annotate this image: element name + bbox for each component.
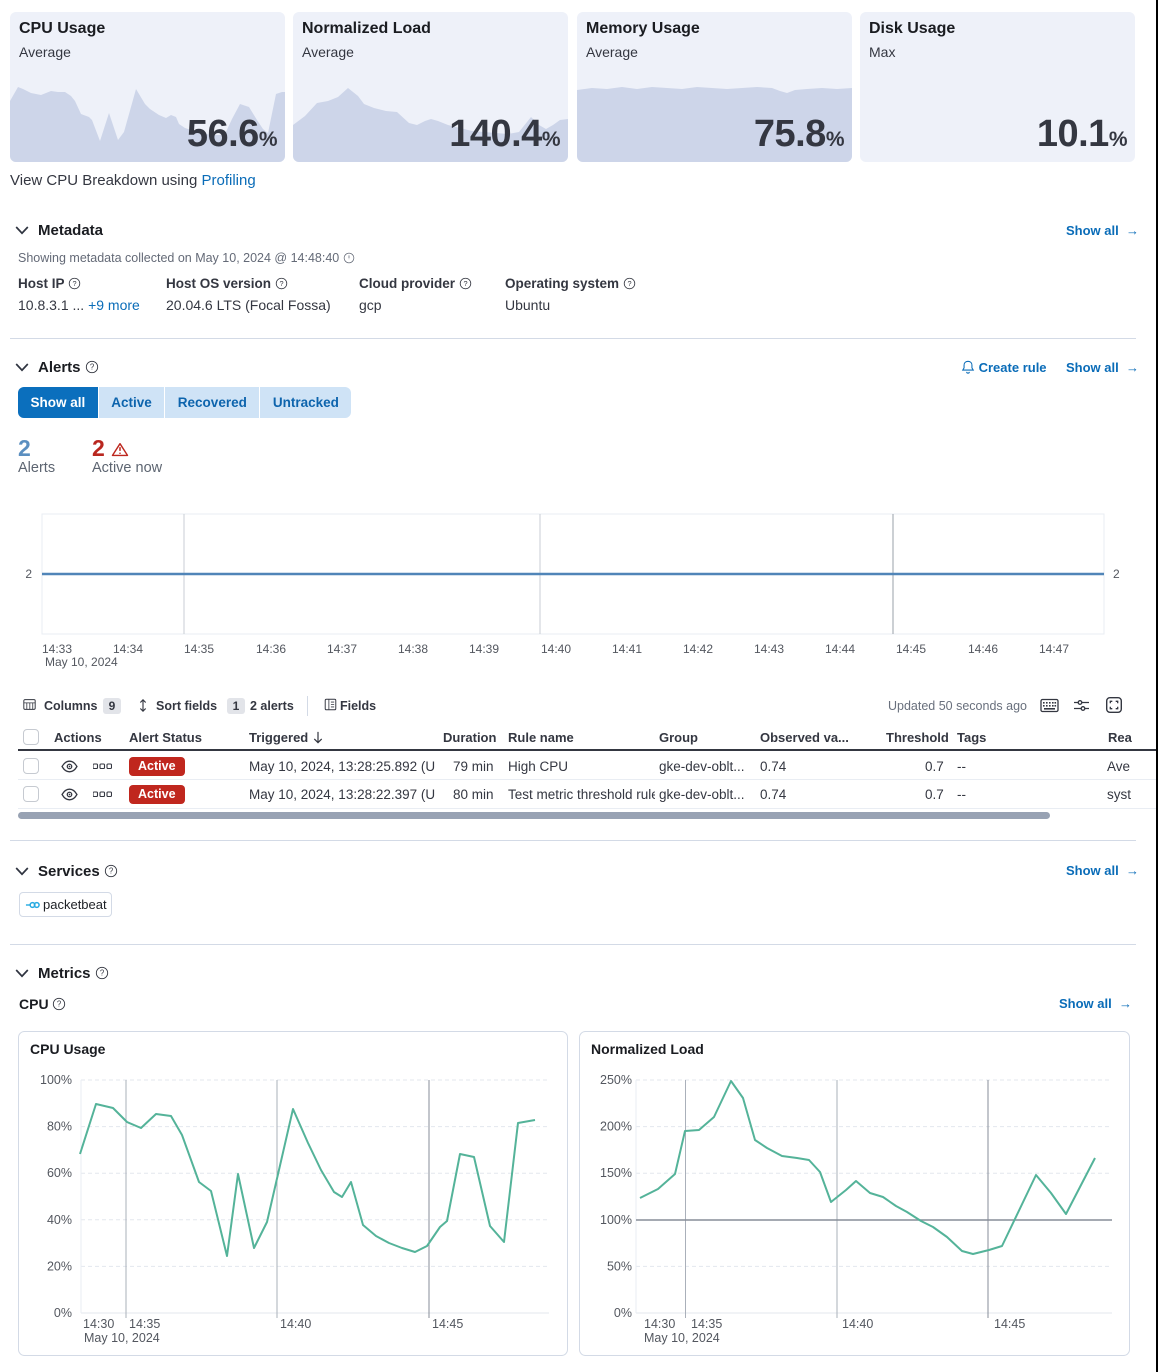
svg-text:250%: 250% xyxy=(600,1073,632,1087)
svg-text:14:41: 14:41 xyxy=(612,642,642,656)
svg-text:2: 2 xyxy=(25,567,32,581)
svg-text:14:30: 14:30 xyxy=(644,1317,675,1331)
svg-text:?: ? xyxy=(57,1000,62,1009)
svg-text:?: ? xyxy=(109,867,114,876)
svg-text:14:38: 14:38 xyxy=(398,642,428,656)
svg-text:100%: 100% xyxy=(600,1213,632,1227)
svg-text:20%: 20% xyxy=(47,1259,72,1273)
svg-text:14:36: 14:36 xyxy=(256,642,286,656)
svg-text:May 10, 2024: May 10, 2024 xyxy=(84,1331,160,1345)
svg-text:14:39: 14:39 xyxy=(469,642,499,656)
svg-text:?: ? xyxy=(100,969,105,978)
svg-text:14:40: 14:40 xyxy=(280,1317,311,1331)
svg-text:?: ? xyxy=(463,279,467,288)
svg-text:?: ? xyxy=(627,279,631,288)
svg-text:14:43: 14:43 xyxy=(754,642,784,656)
svg-text:May 10, 2024: May 10, 2024 xyxy=(644,1331,720,1345)
svg-text:May 10, 2024: May 10, 2024 xyxy=(45,655,118,669)
svg-text:14:35: 14:35 xyxy=(129,1317,160,1331)
svg-text:40%: 40% xyxy=(47,1213,72,1227)
svg-text:Normalized Load: Normalized Load xyxy=(591,1041,704,1057)
svg-text:14:34: 14:34 xyxy=(113,642,143,656)
svg-text:150%: 150% xyxy=(600,1166,632,1180)
svg-text:14:35: 14:35 xyxy=(184,642,214,656)
svg-text:14:40: 14:40 xyxy=(541,642,571,656)
svg-text:14:37: 14:37 xyxy=(327,642,357,656)
svg-text:?: ? xyxy=(72,279,76,288)
svg-text:60%: 60% xyxy=(47,1166,72,1180)
svg-text:0%: 0% xyxy=(54,1306,72,1320)
svg-text:14:30: 14:30 xyxy=(83,1317,114,1331)
svg-text:14:33: 14:33 xyxy=(42,642,72,656)
svg-text:50%: 50% xyxy=(607,1259,632,1273)
svg-text:14:45: 14:45 xyxy=(432,1317,463,1331)
svg-text:14:40: 14:40 xyxy=(842,1317,873,1331)
svg-text:14:47: 14:47 xyxy=(1039,642,1069,656)
svg-text:?: ? xyxy=(90,363,95,372)
svg-text:?: ? xyxy=(279,279,283,288)
svg-text:14:46: 14:46 xyxy=(968,642,998,656)
svg-text:14:35: 14:35 xyxy=(691,1317,722,1331)
svg-text:14:45: 14:45 xyxy=(896,642,926,656)
svg-text:CPU Usage: CPU Usage xyxy=(30,1041,106,1057)
svg-text:100%: 100% xyxy=(40,1073,72,1087)
svg-text:200%: 200% xyxy=(600,1120,632,1134)
svg-text:0%: 0% xyxy=(614,1306,632,1320)
svg-text:14:44: 14:44 xyxy=(825,642,855,656)
svg-text:2: 2 xyxy=(1113,567,1120,581)
svg-text:80%: 80% xyxy=(47,1120,72,1134)
svg-text:14:42: 14:42 xyxy=(683,642,713,656)
svg-text:14:45: 14:45 xyxy=(994,1317,1025,1331)
